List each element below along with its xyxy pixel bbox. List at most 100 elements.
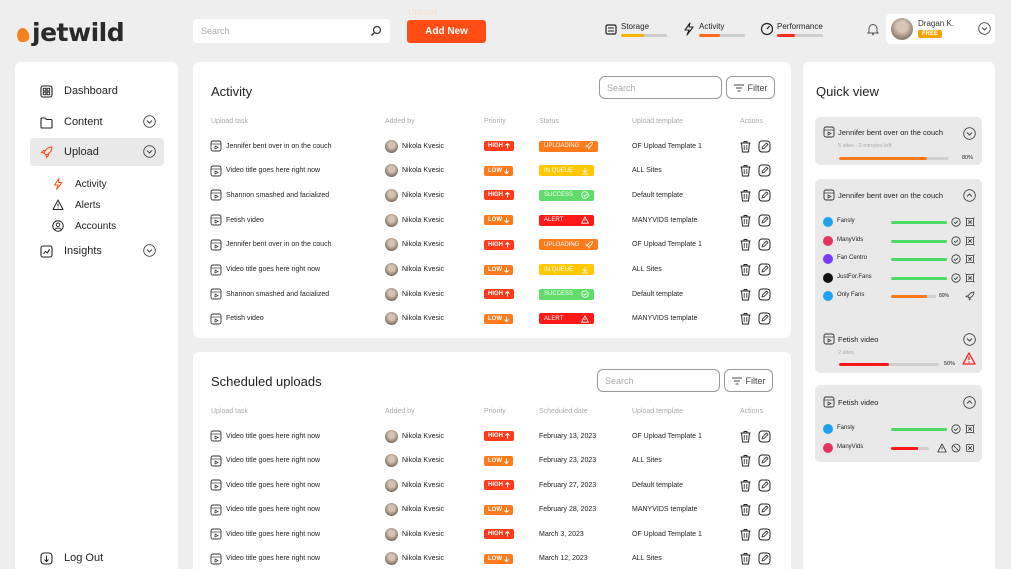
sidebar-item-insights[interactable]: Insights	[30, 237, 164, 265]
sidebar-subitem-alerts[interactable]: Alerts	[52, 199, 101, 211]
chevron-down-icon[interactable]	[963, 333, 976, 346]
edit-icon[interactable]	[758, 503, 771, 516]
task-title[interactable]: Fetish video	[226, 217, 264, 224]
table-row[interactable]: Video title goes here right now Nikola Kv…	[210, 525, 775, 543]
trash-icon[interactable]	[739, 503, 752, 516]
activity-search-input[interactable]: Search	[599, 76, 722, 99]
chevron-up-icon[interactable]	[963, 396, 976, 409]
activity-filter-button[interactable]: Filter	[726, 76, 775, 99]
table-row[interactable]: Jennifer bent over in on the couch Nikola…	[210, 236, 775, 254]
cancel-upload-icon[interactable]	[965, 254, 975, 264]
table-row[interactable]: Jennifer bent over in on the couch Nikola…	[210, 137, 775, 155]
quick-view-card[interactable]: Fetish video Fansly ManyVids	[815, 385, 982, 462]
task-title[interactable]: Shannon smashed and facialized	[226, 291, 329, 298]
edit-icon[interactable]	[758, 288, 771, 301]
sidebar-item-content[interactable]: Content	[30, 108, 164, 136]
table-row[interactable]: Video title goes here right now Nikola Kv…	[210, 550, 775, 568]
sidebar-subitem-accounts[interactable]: Accounts	[52, 220, 116, 232]
trash-icon[interactable]	[739, 263, 752, 276]
edit-icon[interactable]	[758, 164, 771, 177]
table-row[interactable]: Fetish video Nikola Kvesic LOW ALERT MANYVID…	[210, 211, 775, 229]
sidebar-subitem-activity[interactable]: Activity	[52, 178, 107, 190]
scheduled-search-input[interactable]: Search	[597, 369, 720, 392]
chevron-down-icon[interactable]	[143, 115, 156, 128]
edit-icon[interactable]	[758, 479, 771, 492]
sidebar-item-dashboard[interactable]: Dashboard	[30, 77, 164, 105]
task-title[interactable]: Fetish video	[226, 315, 264, 322]
task-title[interactable]: Video title goes here right now	[226, 433, 320, 440]
table-row[interactable]: Shannon smashed and facialized Nikola Kve…	[210, 285, 775, 303]
table-row[interactable]: Video title goes here right now Nikola Kv…	[210, 162, 775, 180]
task-title[interactable]: Video title goes here right now	[226, 457, 320, 464]
performance-meter[interactable]: Performance	[760, 22, 823, 37]
activity-meter[interactable]: Activity	[682, 22, 745, 37]
cancel-upload-icon[interactable]	[965, 217, 975, 227]
table-row[interactable]: Shannon smashed and facialized Nikola Kve…	[210, 186, 775, 204]
edit-icon[interactable]	[758, 238, 771, 251]
bell-icon[interactable]	[866, 22, 880, 36]
task-title[interactable]: Jennifer bent over in on the couch	[226, 143, 331, 150]
edit-icon[interactable]	[758, 454, 771, 467]
cancel-upload-icon[interactable]	[965, 424, 975, 434]
task-title[interactable]: Video title goes here right now	[226, 531, 320, 538]
table-row[interactable]: Video title goes here right now Nikola Kv…	[210, 452, 775, 470]
site-row[interactable]: ManyVids	[823, 235, 975, 247]
task-title[interactable]: Video title goes here right now	[226, 482, 320, 489]
cancel-upload-icon[interactable]	[965, 272, 975, 283]
table-row[interactable]: Video title goes here right now Nikola Kv…	[210, 427, 775, 445]
table-row[interactable]: Fetish video Nikola Kvesic LOW ALERT MANYVID…	[210, 310, 775, 328]
trash-icon[interactable]	[739, 214, 752, 227]
global-search-input[interactable]: Search	[193, 19, 390, 43]
retry-icon[interactable]	[951, 443, 961, 453]
site-row[interactable]: Fan Centro	[823, 253, 975, 265]
cancel-upload-icon[interactable]	[965, 235, 975, 246]
site-row[interactable]: ManyVids	[823, 442, 975, 454]
jetwild-logo[interactable]: jetwild	[15, 18, 125, 47]
task-title[interactable]: Video title goes here right now	[226, 266, 320, 273]
storage-meter[interactable]: Storage	[604, 22, 667, 37]
trash-icon[interactable]	[739, 454, 752, 467]
edit-icon[interactable]	[758, 528, 771, 541]
site-row[interactable]: Fansly	[823, 216, 975, 228]
edit-icon[interactable]	[758, 552, 771, 565]
trash-icon[interactable]	[739, 189, 752, 202]
table-row[interactable]: Video title goes here right now Nikola Kv…	[210, 501, 775, 519]
task-title[interactable]: Jennifer bent over in on the couch	[226, 241, 331, 248]
edit-icon[interactable]	[758, 189, 771, 202]
trash-icon[interactable]	[739, 528, 752, 541]
scheduled-filter-button[interactable]: Filter	[724, 369, 773, 392]
cancel-upload-icon[interactable]	[965, 443, 975, 453]
task-title[interactable]: Video title goes here right now	[226, 555, 320, 562]
add-new-button[interactable]: Add New	[407, 20, 486, 43]
trash-icon[interactable]	[739, 288, 752, 301]
trash-icon[interactable]	[739, 164, 752, 177]
trash-icon[interactable]	[739, 140, 752, 153]
chevron-up-icon[interactable]	[963, 189, 976, 202]
chevron-down-icon[interactable]	[978, 22, 991, 35]
edit-icon[interactable]	[758, 312, 771, 325]
table-row[interactable]: Video title goes here right now Nikola Kv…	[210, 261, 775, 279]
edit-icon[interactable]	[758, 140, 771, 153]
trash-icon[interactable]	[739, 430, 752, 443]
task-title[interactable]: Video title goes here right now	[226, 167, 320, 174]
table-row[interactable]: Video title goes here right now Nikola Kv…	[210, 476, 775, 494]
quick-view-card[interactable]: Fetish video 2 sites 50%	[815, 323, 982, 373]
logout-button[interactable]: Log Out	[30, 544, 164, 569]
chevron-down-icon[interactable]	[143, 244, 156, 257]
sidebar-item-upload[interactable]: Upload	[30, 138, 164, 166]
task-title[interactable]: Shannon smashed and facialized	[226, 192, 329, 199]
edit-icon[interactable]	[758, 430, 771, 443]
user-menu[interactable]: Dragan K. FREE	[886, 14, 995, 44]
edit-icon[interactable]	[758, 263, 771, 276]
quick-view-card[interactable]: Jennifer bent over on the couch 5 sites …	[815, 117, 982, 165]
site-row[interactable]: Fansly	[823, 423, 975, 435]
site-row[interactable]: Only Fans 80%	[823, 290, 975, 302]
task-title[interactable]: Video title goes here right now	[226, 506, 320, 513]
site-row[interactable]: JustFor.Fans	[823, 272, 975, 284]
trash-icon[interactable]	[739, 552, 752, 565]
trash-icon[interactable]	[739, 479, 752, 492]
trash-icon[interactable]	[739, 312, 752, 325]
chevron-down-icon[interactable]	[963, 127, 976, 140]
edit-icon[interactable]	[758, 214, 771, 227]
trash-icon[interactable]	[739, 238, 752, 251]
